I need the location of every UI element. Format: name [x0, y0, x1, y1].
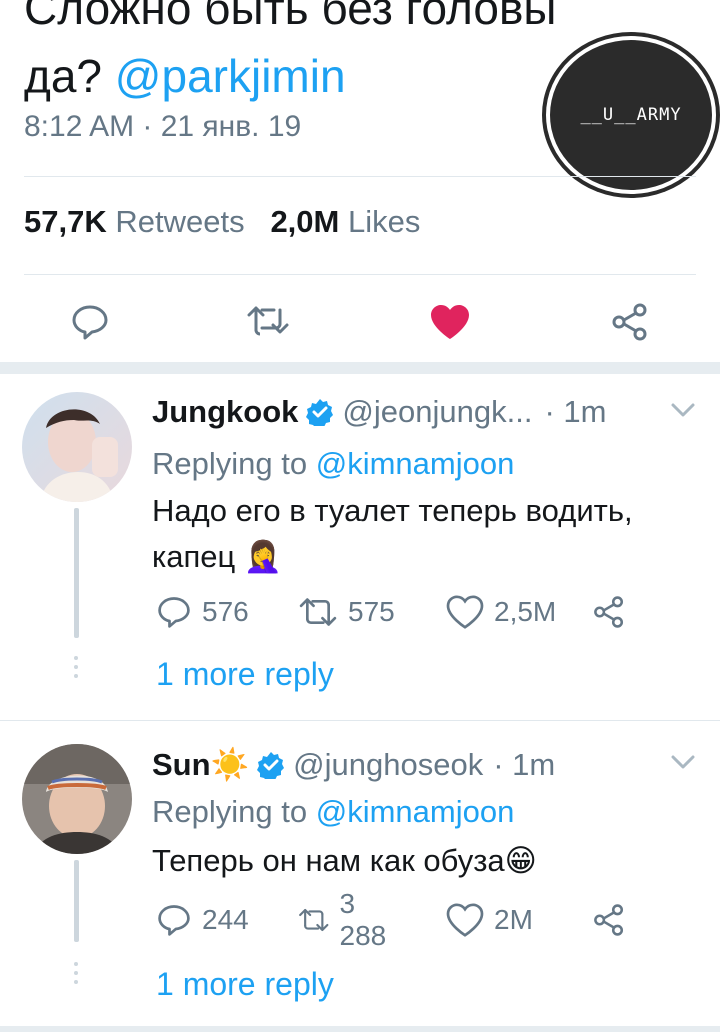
reply-button[interactable]: 244 — [156, 900, 249, 940]
replying-to: Replying to @kimnamjoon — [152, 446, 514, 482]
more-replies-link[interactable]: 1 more reply — [156, 656, 334, 693]
thread-line — [74, 860, 79, 942]
reply-button[interactable] — [58, 290, 122, 354]
retweets-label: Retweets — [115, 204, 245, 239]
reply-header: Sun☀️ @junghoseok · 1m — [152, 746, 555, 783]
user-handle[interactable]: @junghoseok — [293, 747, 483, 783]
reply-button[interactable]: 576 — [156, 592, 249, 632]
section-separator — [0, 362, 720, 374]
retweet-count: 575 — [348, 596, 395, 627]
reply-text: Теперь он нам как обуза😁 — [152, 843, 537, 878]
likes-label: Likes — [347, 204, 421, 239]
heart-icon — [446, 595, 484, 629]
retweet-button[interactable]: 575 — [298, 592, 395, 632]
tweet-mention-link[interactable]: @parkjimin — [115, 50, 346, 102]
reply-time: · 1m — [493, 746, 556, 782]
likes-count: 2,0M — [270, 204, 340, 239]
divider — [0, 720, 720, 721]
section-separator — [0, 1026, 720, 1032]
more-replies-link[interactable]: 1 more reply — [156, 966, 334, 1003]
watermark-text: __U__ARMY — [580, 105, 682, 125]
replying-to-mention[interactable]: @kimnamjoon — [316, 794, 515, 829]
like-button[interactable]: 2,5M — [446, 592, 556, 632]
retweet-button[interactable] — [236, 290, 300, 354]
reply-header: Jungkook @jeonjungk... · 1m — [152, 394, 606, 430]
verified-badge-icon — [306, 399, 334, 426]
replying-prefix: Replying to — [152, 446, 308, 481]
display-name[interactable]: Jungkook — [152, 394, 298, 430]
replying-to: Replying to @kimnamjoon — [152, 794, 514, 830]
replying-to-mention[interactable]: @kimnamjoon — [316, 446, 515, 481]
share-icon — [594, 904, 624, 936]
reply-icon — [158, 597, 190, 628]
share-icon — [594, 596, 624, 628]
tweet-stats: 57,7K Retweets 2,0M Likes — [24, 204, 420, 240]
reply-count: 244 — [202, 904, 249, 935]
retweet-count: 3 288 — [339, 888, 387, 951]
reply-tweet[interactable]: Jungkook @jeonjungk... · 1m Replying to … — [0, 374, 720, 720]
reply-text: Надо его в туалет теперь водить, капец 🤦… — [152, 493, 633, 574]
chevron-down-icon — [671, 403, 695, 417]
retweet-icon — [299, 908, 329, 932]
share-icon — [612, 303, 647, 341]
thread-line — [74, 508, 79, 638]
share-button[interactable] — [598, 290, 662, 354]
heart-filled-icon — [431, 305, 469, 339]
retweets-stat[interactable]: 57,7K Retweets — [24, 204, 245, 239]
reply-tweet[interactable]: Sun☀️ @junghoseok · 1m Replying to @kimn… — [0, 722, 720, 1022]
tweet-actions — [0, 290, 720, 354]
chevron-down-icon — [671, 755, 695, 769]
reply-time: · 1m — [544, 394, 607, 429]
like-count: 2M — [494, 904, 533, 935]
like-count: 2,5M — [494, 596, 557, 627]
thread-dots — [72, 962, 80, 984]
retweet-icon — [247, 306, 289, 336]
display-name[interactable]: Sun☀️ — [152, 746, 249, 783]
replying-prefix: Replying to — [152, 794, 308, 829]
retweets-count: 57,7K — [24, 204, 107, 239]
tweet-menu-button[interactable] — [670, 402, 696, 423]
heart-icon — [446, 903, 484, 937]
retweet-button[interactable]: 3 288 — [298, 888, 395, 951]
likes-stat[interactable]: 2,0M Likes — [270, 204, 420, 239]
tweet-menu-button[interactable] — [670, 754, 696, 775]
watermark-logo: __U__ARMY — [546, 36, 716, 194]
tweet-timestamp: 8:12 AM · 21 янв. 19 — [24, 110, 302, 143]
reply-count: 576 — [202, 596, 249, 627]
reply-icon — [72, 305, 108, 340]
avatar[interactable] — [22, 392, 132, 502]
divider — [24, 274, 696, 275]
share-button[interactable] — [592, 900, 626, 940]
thread-dots — [72, 656, 80, 678]
retweet-icon — [299, 598, 337, 626]
avatar[interactable] — [22, 744, 132, 854]
like-button[interactable]: 2M — [446, 900, 533, 940]
like-button[interactable] — [418, 290, 482, 354]
reply-icon — [158, 905, 190, 936]
user-handle[interactable]: @jeonjungk... — [342, 394, 532, 430]
verified-badge-icon — [257, 751, 285, 779]
divider — [24, 176, 696, 177]
share-button[interactable] — [592, 592, 626, 632]
